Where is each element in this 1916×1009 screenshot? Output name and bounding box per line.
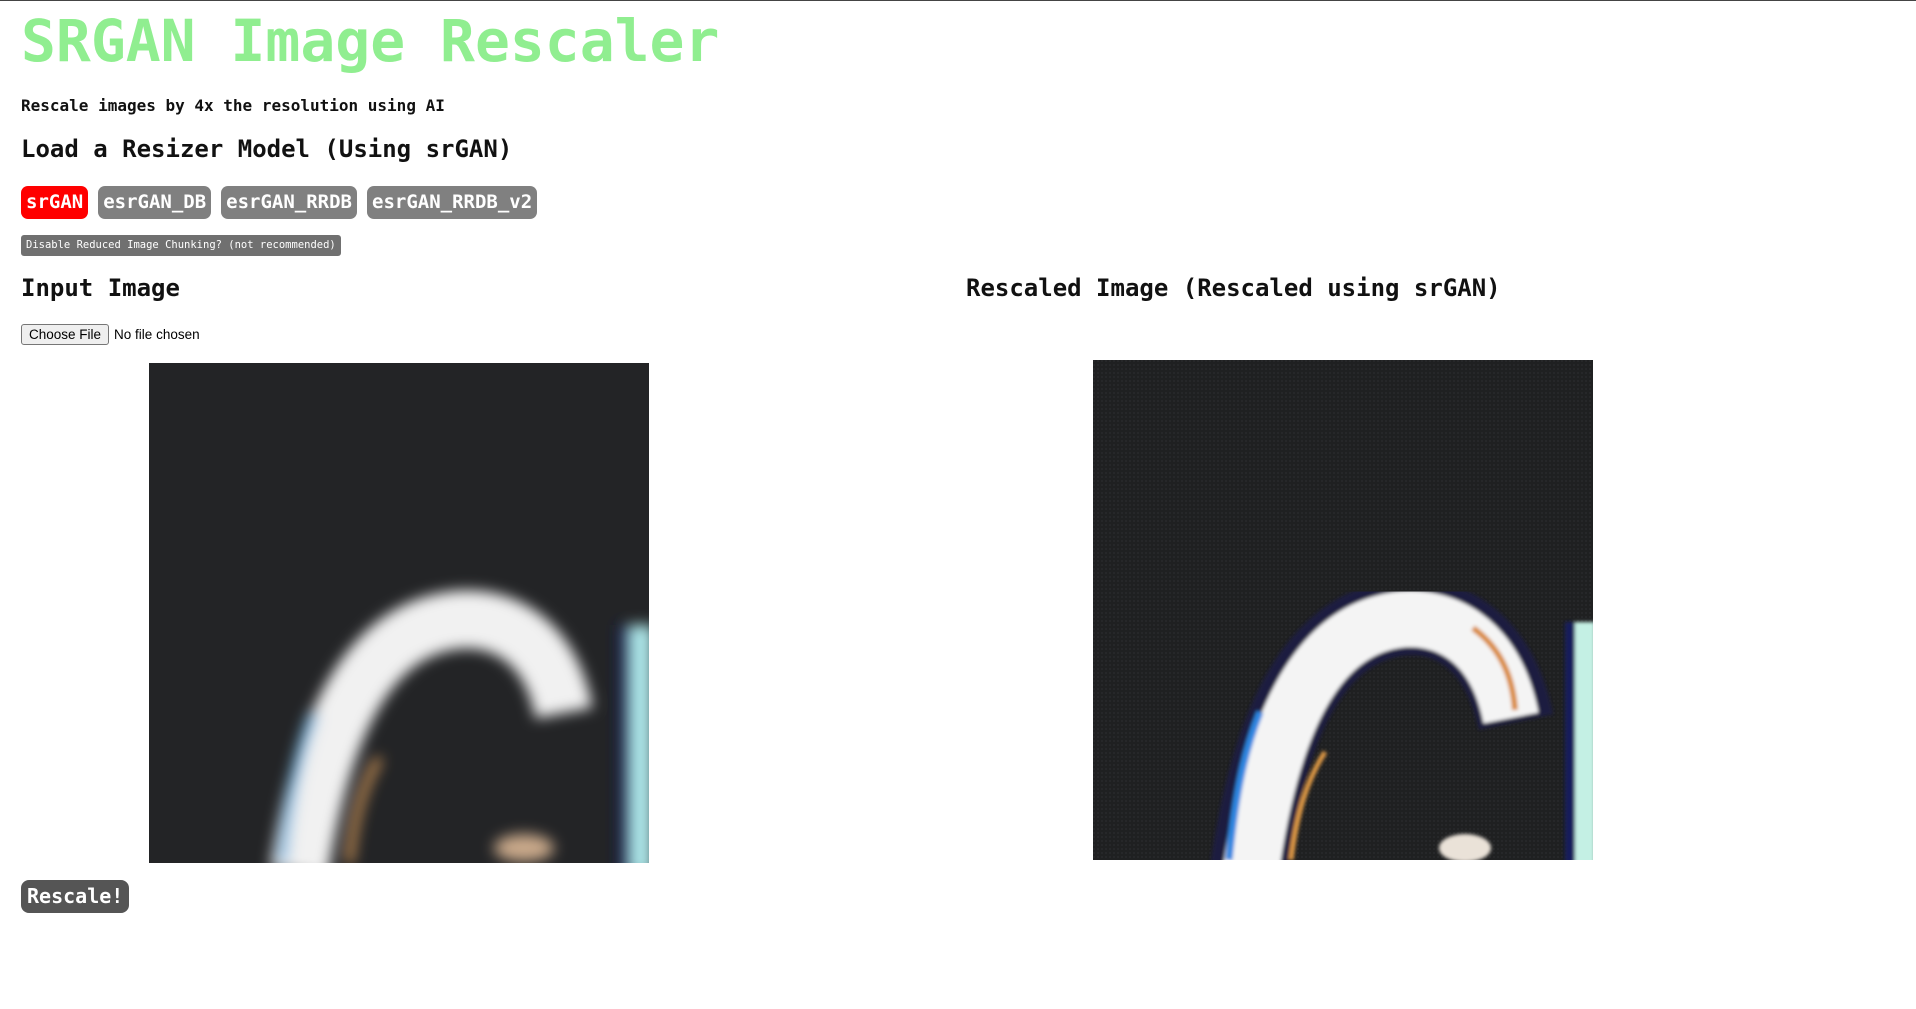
model-selector: srGAN esrGAN_DB esrGAN_RRDB esrGAN_RRDB_… — [21, 186, 538, 219]
rescaled-image-heading: Rescaled Image (Rescaled using srGAN) — [966, 274, 1501, 302]
file-status-text: No file chosen — [114, 327, 200, 342]
input-image — [149, 363, 649, 863]
rescaled-image — [1093, 360, 1593, 860]
rescaled-image-graphic — [1093, 360, 1593, 860]
input-image-heading: Input Image — [21, 274, 180, 302]
page-subtitle: Rescale images by 4x the resolution usin… — [21, 96, 445, 115]
model-button-esrgan-db[interactable]: esrGAN_DB — [98, 186, 212, 219]
model-button-srgan[interactable]: srGAN — [21, 186, 89, 219]
model-button-esrgan-rrdb[interactable]: esrGAN_RRDB — [221, 186, 357, 219]
disable-chunking-button[interactable]: Disable Reduced Image Chunking? (not rec… — [21, 235, 341, 256]
file-picker: Choose File No file chosen — [21, 324, 200, 345]
input-image-graphic — [149, 363, 649, 863]
rescale-button[interactable]: Rescale! — [21, 880, 130, 913]
model-button-esrgan-rrdb-v2[interactable]: esrGAN_RRDB_v2 — [367, 186, 538, 219]
model-section-heading: Load a Resizer Model (Using srGAN) — [21, 135, 513, 163]
page-title: SRGAN Image Rescaler — [21, 7, 720, 75]
choose-file-button[interactable]: Choose File — [21, 324, 110, 345]
